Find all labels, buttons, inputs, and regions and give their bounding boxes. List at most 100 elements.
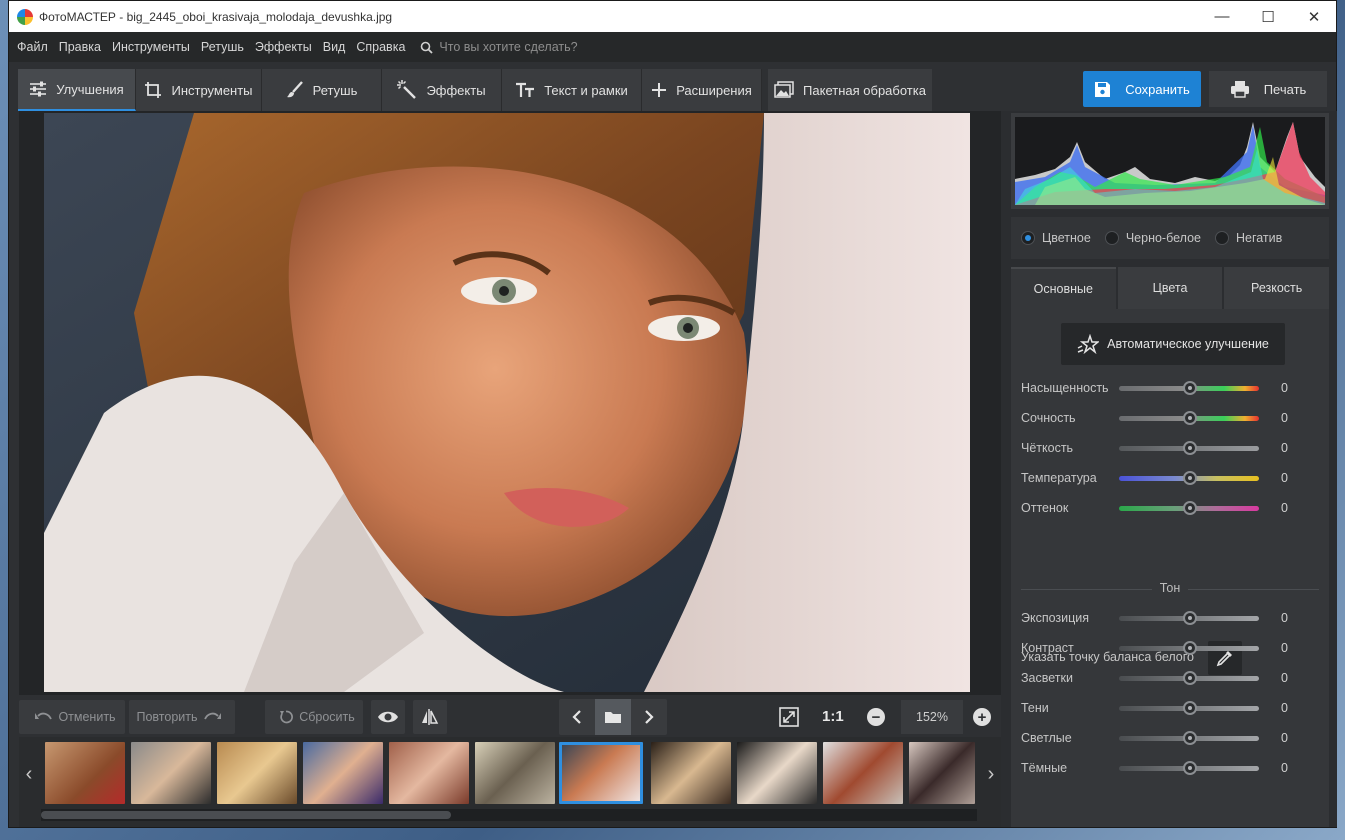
save-button[interactable]: Сохранить <box>1083 71 1201 107</box>
histogram-graph <box>1015 122 1325 205</box>
mode-bw-radio[interactable]: Черно-белое <box>1104 231 1201 245</box>
thumbnail[interactable] <box>651 742 731 804</box>
thumbnail[interactable] <box>909 742 975 804</box>
scrollbar-thumb[interactable] <box>41 811 451 819</box>
tab-extensions-label: Расширения <box>676 82 752 98</box>
filmstrip-right-arrow[interactable]: › <box>981 741 1001 807</box>
undo-button[interactable]: Отменить <box>19 700 125 734</box>
portrait-image <box>44 113 970 692</box>
tab-text-frames[interactable]: Текст и рамки <box>502 69 642 111</box>
minimize-button[interactable]: — <box>1199 1 1245 32</box>
menu-retouch[interactable]: Ретушь <box>201 40 244 54</box>
tab-effects[interactable]: Эффекты <box>382 69 502 111</box>
temperature-slider-row: Температура 0 <box>1021 469 1321 489</box>
panel-tabs: Основные Цвета Резкость <box>1011 267 1330 309</box>
reset-button[interactable]: Сбросить <box>265 700 363 734</box>
tab-tools[interactable]: Инструменты <box>136 69 262 111</box>
maximize-button[interactable]: ☐ <box>1245 1 1291 32</box>
thumbnail[interactable] <box>303 742 383 804</box>
zoom-in-button[interactable]: + <box>973 708 991 726</box>
title-bar: ФотоМАСТЕР - big_2445_oboi_krasivaja_mol… <box>9 1 1336 32</box>
chevron-right-icon <box>645 710 654 724</box>
menu-tools[interactable]: Инструменты <box>112 40 190 54</box>
saturation-value: 0 <box>1281 381 1288 395</box>
clarity-value: 0 <box>1281 441 1288 455</box>
shadows-slider-handle[interactable] <box>1183 701 1197 715</box>
filmstrip-left-arrow[interactable]: ‹ <box>19 741 39 807</box>
redo-label: Повторить <box>136 710 198 724</box>
darks-slider-handle[interactable] <box>1183 761 1197 775</box>
contrast-value: 0 <box>1281 641 1288 655</box>
fit-to-screen-button[interactable] <box>772 700 806 734</box>
mode-color-radio[interactable]: Цветное <box>1021 231 1091 245</box>
compare-split-button[interactable] <box>413 700 447 734</box>
thumbnail[interactable] <box>131 742 211 804</box>
clarity-slider-handle[interactable] <box>1183 441 1197 455</box>
edited-photo[interactable] <box>44 113 970 692</box>
thumbnail[interactable] <box>45 742 125 804</box>
shadows-label: Тени <box>1021 701 1049 715</box>
menu-edit[interactable]: Правка <box>59 40 101 54</box>
thumbnail-selected[interactable] <box>559 742 643 804</box>
saturation-slider-handle[interactable] <box>1183 381 1197 395</box>
lights-slider-row: Светлые 0 <box>1021 729 1321 749</box>
radio-unchecked-icon <box>1214 231 1229 245</box>
previous-image-button[interactable] <box>559 699 595 735</box>
tab-basic[interactable]: Основные <box>1011 267 1116 309</box>
thumbnail[interactable] <box>389 742 469 804</box>
vibrance-slider-handle[interactable] <box>1183 411 1197 425</box>
radio-unchecked-icon <box>1104 231 1119 245</box>
saturation-slider-row: Насыщенность 0 <box>1021 379 1321 399</box>
mode-negative-radio[interactable]: Негатив <box>1214 231 1282 245</box>
folder-icon <box>605 712 621 723</box>
exposure-slider-handle[interactable] <box>1183 611 1197 625</box>
contrast-slider-row: Контраст 0 <box>1021 639 1321 659</box>
brush-icon <box>286 81 303 98</box>
highlights-slider-handle[interactable] <box>1183 671 1197 685</box>
tab-tools-label: Инструменты <box>171 82 253 98</box>
menu-view[interactable]: Вид <box>323 40 346 54</box>
adjustments-panel: Цветное Черно-белое Негатив Основные Цве… <box>1001 111 1337 827</box>
zoom-level[interactable]: 152% <box>901 700 963 734</box>
menu-search[interactable]: Что вы хотите сделать? <box>420 40 578 54</box>
print-button[interactable]: Печать <box>1209 71 1327 107</box>
actual-size-button[interactable]: 1:1 <box>822 708 844 725</box>
mode-color-label: Цветное <box>1042 231 1091 245</box>
tab-colors[interactable]: Цвета <box>1117 267 1223 309</box>
tab-extensions[interactable]: Расширения <box>642 69 762 111</box>
photo-canvas[interactable] <box>19 111 1001 695</box>
temperature-slider-handle[interactable] <box>1183 471 1197 485</box>
tab-sharpness[interactable]: Резкость <box>1224 267 1330 309</box>
tint-slider-handle[interactable] <box>1183 501 1197 515</box>
undo-icon <box>35 712 53 720</box>
vibrance-label: Сочность <box>1021 411 1076 425</box>
menu-effects[interactable]: Эффекты <box>255 40 312 54</box>
menu-help[interactable]: Справка <box>356 40 405 54</box>
thumbnail[interactable] <box>475 742 555 804</box>
batch-processing-button[interactable]: Пакетная обработка <box>768 69 932 111</box>
tab-retouch[interactable]: Ретушь <box>262 69 382 111</box>
image-navigation <box>559 699 667 735</box>
open-folder-button[interactable] <box>595 699 631 735</box>
contrast-slider-handle[interactable] <box>1183 641 1197 655</box>
redo-button[interactable]: Повторить <box>129 700 235 734</box>
next-image-button[interactable] <box>631 699 667 735</box>
plus-icon: + <box>977 708 987 726</box>
thumbnail[interactable] <box>217 742 297 804</box>
lights-slider-handle[interactable] <box>1183 731 1197 745</box>
lights-value: 0 <box>1281 731 1288 745</box>
menu-file[interactable]: Файл <box>17 40 48 54</box>
vibrance-value: 0 <box>1281 411 1288 425</box>
zoom-out-button[interactable]: − <box>867 708 885 726</box>
auto-enhance-button[interactable]: Автоматическое улучшение <box>1061 323 1285 365</box>
images-icon <box>774 81 794 98</box>
redo-icon <box>203 712 221 720</box>
main-toolbar: Улучшения Инструменты Ретушь Эффекты Тек… <box>18 69 932 111</box>
plus-icon <box>652 83 667 97</box>
thumbnail[interactable] <box>737 742 817 804</box>
filmstrip-scrollbar[interactable] <box>41 809 977 821</box>
close-button[interactable]: ✕ <box>1291 1 1337 32</box>
thumbnail[interactable] <box>823 742 903 804</box>
before-after-toggle[interactable] <box>371 700 405 734</box>
tab-enhancements[interactable]: Улучшения <box>18 69 136 111</box>
